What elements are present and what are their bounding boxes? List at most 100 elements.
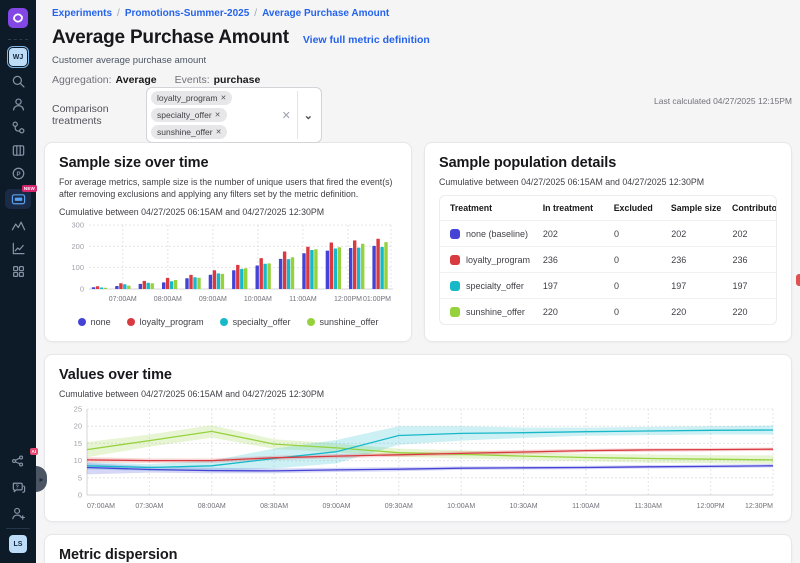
new-badge: NEW [22, 185, 37, 192]
svg-text:08:30AM: 08:30AM [260, 503, 288, 510]
invite-user-icon[interactable] [6, 504, 30, 522]
statsig-logo-icon[interactable] [8, 8, 28, 28]
columns-icon[interactable] [6, 141, 30, 159]
help-chat-icon[interactable]: ? [6, 478, 30, 496]
main-content: Experiments / Promotions-Summer-2025 / Avera… [36, 0, 800, 563]
svg-text:11:00AM: 11:00AM [289, 296, 317, 303]
svg-text:10: 10 [74, 456, 82, 465]
legend-item[interactable]: none [78, 317, 111, 327]
dispersion-title: Metric dispersion [59, 547, 777, 563]
table-row[interactable]: none (baseline) 202 0 202 202 [440, 220, 776, 246]
treatment-chips: loyalty_program✕specialty_offer✕sunshine… [151, 91, 278, 139]
breadcrumb-item[interactable]: Average Purchase Amount [262, 8, 389, 19]
clear-all-icon[interactable]: ✕ [278, 109, 295, 122]
sidebar: WJ P NEW [0, 0, 36, 563]
metric-subtitle: Customer average purchase amount [52, 55, 792, 66]
search-icon[interactable] [6, 72, 30, 90]
svg-text:0: 0 [78, 491, 82, 500]
sidebar-item-experiments-selected[interactable]: NEW [5, 189, 31, 209]
svg-text:20: 20 [74, 422, 82, 431]
legend-label: sunshine_offer [320, 317, 379, 327]
legend-label: specialty_offer [233, 317, 291, 327]
treatment-color-swatch [450, 255, 460, 265]
treatment-chip[interactable]: sunshine_offer✕ [151, 125, 227, 139]
legend-dot [307, 318, 315, 326]
last-calculated-label: Last calculated 04/27/2025 12:15PM [654, 96, 792, 106]
excluded-cell: 0 [614, 307, 671, 317]
legend-label: loyalty_program [140, 317, 204, 327]
sample-size-card: Sample size over time For average metric… [44, 142, 412, 342]
column-header: Excluded [614, 203, 671, 213]
breadcrumb-item[interactable]: Promotions-Summer-2025 [125, 8, 249, 19]
sample-size-cell: 197 [671, 281, 732, 291]
mountains-icon[interactable] [6, 216, 30, 234]
table-header-row: TreatmentIn treatmentExcludedSample size… [440, 196, 776, 220]
chip-remove-icon[interactable]: ✕ [216, 128, 222, 136]
svg-text:5: 5 [78, 473, 82, 482]
legend-item[interactable]: sunshine_offer [307, 317, 379, 327]
treatment-color-swatch [450, 281, 460, 291]
table-row[interactable]: specialty_offer 197 0 197 197 [440, 272, 776, 298]
treatment-name: loyalty_program [466, 255, 530, 265]
column-header: Contributors [732, 203, 776, 213]
values-line-chart[interactable]: 051015202507:00AM07:30AM08:00AM08:30AM09… [59, 403, 777, 519]
svg-text:09:30AM: 09:30AM [385, 503, 413, 510]
legend-dot [127, 318, 135, 326]
table-row[interactable]: sunshine_offer 220 0 220 220 [440, 298, 776, 324]
breadcrumb-item[interactable]: Experiments [52, 8, 112, 19]
page-title: Average Purchase Amount [52, 27, 289, 49]
svg-text:300: 300 [71, 220, 84, 229]
user-avatar[interactable]: LS [9, 535, 27, 553]
chip-remove-icon[interactable]: ✕ [220, 94, 226, 102]
values-over-time-card: Values over time Cumulative between 04/2… [44, 354, 792, 522]
treatment-chip[interactable]: specialty_offer✕ [151, 108, 227, 122]
contributors-cell: 220 [733, 307, 776, 317]
column-header: In treatment [543, 203, 614, 213]
svg-text:100: 100 [71, 263, 84, 272]
treatment-chip[interactable]: loyalty_program✕ [151, 91, 232, 105]
svg-text:200: 200 [71, 241, 84, 250]
line-chart-icon[interactable] [6, 239, 30, 257]
sample-size-description: For average metrics, sample size is the … [59, 176, 397, 201]
chevron-down-icon[interactable]: ⌄ [300, 109, 317, 122]
chip-label: specialty_offer [157, 110, 212, 120]
treatment-color-swatch [450, 307, 460, 317]
pulse-p-icon[interactable]: P [6, 164, 30, 182]
breadcrumb-separator: / [117, 8, 120, 19]
contributors-cell: 197 [733, 281, 776, 291]
treatment-name: sunshine_offer [466, 307, 525, 317]
users-icon[interactable] [6, 95, 30, 113]
app-window: WJ P NEW [0, 0, 800, 563]
population-range: Cumulative between 04/27/2025 06:15AM an… [439, 177, 777, 187]
comparison-treatments-select[interactable]: loyalty_program✕specialty_offer✕sunshine… [146, 87, 322, 143]
svg-text:15: 15 [74, 439, 82, 448]
treatment-cell: sunshine_offer [440, 307, 543, 317]
legend-dot [220, 318, 228, 326]
comparison-treatments-label: Comparison treatments [52, 103, 144, 127]
svg-text:10:30AM: 10:30AM [510, 503, 538, 510]
svg-text:09:00AM: 09:00AM [322, 503, 350, 510]
flows-icon[interactable] [6, 118, 30, 136]
in-treatment-cell: 197 [543, 281, 614, 291]
breadcrumb-separator: / [254, 8, 257, 19]
chip-remove-icon[interactable]: ✕ [215, 111, 221, 119]
svg-text:10:00AM: 10:00AM [244, 296, 272, 303]
view-metric-definition-link[interactable]: View full metric definition [303, 34, 430, 46]
sample-size-cell: 202 [671, 229, 732, 239]
grid-apps-icon[interactable] [6, 262, 30, 280]
right-edge-tab[interactable] [796, 274, 800, 286]
legend-label: none [91, 317, 111, 327]
legend-item[interactable]: loyalty_program [127, 317, 204, 327]
svg-text:12:00PM: 12:00PM [697, 503, 725, 510]
metric-dispersion-card: Metric dispersion Cumulative between 04/… [44, 534, 792, 563]
legend-item[interactable]: specialty_offer [220, 317, 291, 327]
aggregation-field: Aggregation:Average [52, 74, 157, 86]
table-row[interactable]: loyalty_program 236 0 236 236 [440, 246, 776, 272]
workspace-avatar[interactable]: WJ [9, 48, 27, 66]
contributors-cell: 236 [733, 255, 776, 265]
contributors-cell: 202 [733, 229, 776, 239]
sample-size-bar-chart[interactable]: 010020030007:00AM08:00AM09:00AM10:00AM11… [59, 217, 399, 315]
sample-size-cell: 236 [671, 255, 732, 265]
ai-assistant-icon[interactable]: AI [6, 452, 30, 470]
svg-text:08:00AM: 08:00AM [154, 296, 182, 303]
